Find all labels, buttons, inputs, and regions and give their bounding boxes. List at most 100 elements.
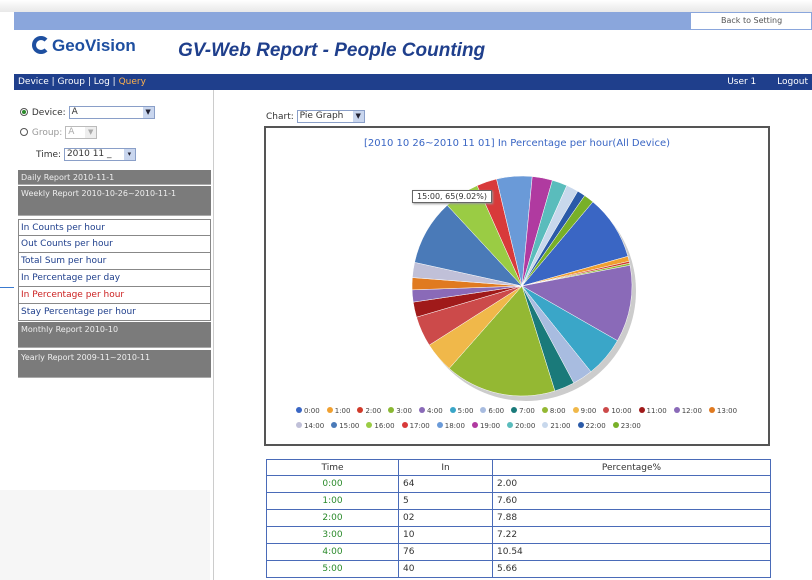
- calendar-icon[interactable]: ▾: [123, 149, 135, 160]
- chevron-down-icon: ▼: [85, 127, 97, 138]
- legend-dot: [401, 422, 408, 428]
- user-name: User 1: [727, 77, 757, 87]
- legend-dot: [471, 422, 478, 428]
- weekly-report-header[interactable]: Weekly Report 2010-10-26~2010-11-1: [18, 186, 211, 216]
- logout-link[interactable]: Logout: [777, 77, 808, 87]
- time-filter: Time: 2010 11 _ ▾: [36, 148, 136, 161]
- yearly-report-header[interactable]: Yearly Report 2009-11~2010-11: [18, 350, 211, 378]
- back-to-setting-button[interactable]: Back to Setting: [690, 12, 812, 30]
- legend-label: 5:00: [457, 407, 474, 415]
- percentage-cell: 7.60: [492, 492, 771, 510]
- legend-item: 17:00: [401, 419, 430, 434]
- legend-label: 4:00: [426, 407, 443, 415]
- nav-query[interactable]: Query: [119, 77, 146, 87]
- legend-label: 23:00: [620, 422, 641, 430]
- time-select[interactable]: 2010 11 _ ▾: [63, 148, 136, 161]
- geovision-logo: GeoVision: [32, 36, 136, 56]
- legend-label: 19:00: [479, 422, 501, 430]
- legend-dot: [436, 422, 443, 428]
- daily-report-header[interactable]: Daily Report 2010-11-1: [18, 170, 211, 185]
- legend-item: 11:00: [638, 404, 667, 419]
- chart-type-select[interactable]: Pie Graph ▼: [296, 110, 365, 123]
- legend-dot: [511, 407, 518, 413]
- legend-label: 17:00: [409, 422, 430, 430]
- legend-item: 10:00: [603, 404, 632, 419]
- legend-item: 1:00: [326, 404, 351, 419]
- legend-label: 1:00: [334, 407, 351, 415]
- legend-dot: [541, 407, 548, 413]
- legend-label: 12:00: [681, 407, 702, 415]
- legend-item: 3:00: [388, 404, 412, 419]
- time-cell: 3:00: [266, 526, 399, 544]
- in-cell: 10: [398, 526, 493, 544]
- legend-item: 15:00: [331, 419, 359, 434]
- legend-item: 23:00: [612, 419, 641, 434]
- legend-dot: [357, 407, 364, 413]
- percentage-cell: 5.66: [492, 560, 771, 578]
- legend-item: 14:00: [296, 419, 324, 434]
- in-cell: 40: [398, 560, 493, 578]
- legend-label: 7:00: [519, 407, 535, 415]
- table-header-row: Time In Percentage%: [266, 459, 771, 476]
- legend-item: 8:00: [541, 404, 566, 419]
- legend-dot: [572, 407, 579, 413]
- legend-label: 13:00: [716, 407, 738, 415]
- legend-dot: [612, 422, 619, 428]
- chevron-down-icon: ▼: [142, 107, 154, 118]
- group-label: Group:: [31, 128, 63, 138]
- table-row: 3:00 10 7.22: [266, 526, 771, 544]
- legend-label: 6:00: [488, 407, 505, 415]
- table-row: 1:00 5 7.60: [266, 492, 771, 510]
- nav-log[interactable]: Log: [94, 77, 110, 87]
- menu-in-percentage-per-hour[interactable]: In Percentage per hour: [18, 287, 211, 304]
- menu-in-counts-per-hour[interactable]: In Counts per hour: [18, 219, 211, 236]
- time-cell: 1:00: [266, 492, 399, 510]
- legend-dot: [673, 407, 680, 413]
- legend-dot: [577, 422, 584, 428]
- legend-dot: [326, 407, 333, 413]
- device-radio[interactable]: [20, 108, 28, 116]
- header: GeoVision GV-Web Report - People Countin…: [14, 30, 812, 74]
- legend-label: 20:00: [515, 422, 536, 430]
- legend-item: 0:00: [296, 404, 320, 419]
- device-filter: Device: A ▼: [20, 106, 155, 119]
- percentage-cell: 10.54: [492, 543, 771, 561]
- time-cell: 5:00: [266, 560, 399, 578]
- legend-dot: [708, 407, 715, 413]
- menu-in-percentage-per-day[interactable]: In Percentage per day: [18, 270, 211, 287]
- legend-item: 7:00: [511, 404, 535, 419]
- in-cell: 5: [398, 492, 493, 510]
- table-row: 0:00 64 2.00: [266, 475, 771, 493]
- legend-dot: [542, 422, 549, 428]
- col-percentage: Percentage%: [492, 459, 771, 476]
- legend-label: 11:00: [646, 407, 667, 415]
- divider-line: [0, 287, 14, 288]
- nav-group[interactable]: Group: [58, 77, 85, 87]
- in-cell: 76: [398, 543, 493, 561]
- percentage-cell: 2.00: [492, 475, 771, 493]
- legend-item: 2:00: [357, 404, 381, 419]
- legend-label: 16:00: [374, 422, 395, 430]
- table-row: 4:00 76 10.54: [266, 543, 771, 561]
- legend-item: 4:00: [418, 404, 443, 419]
- nav-device[interactable]: Device: [18, 77, 49, 87]
- legend-item: 22:00: [577, 419, 606, 434]
- menu-total-sum-per-hour[interactable]: Total Sum per hour: [18, 253, 211, 270]
- percentage-cell: 7.88: [492, 509, 771, 527]
- legend-dot: [418, 407, 425, 413]
- logo-text: GeoVision: [52, 36, 136, 55]
- legend-label: 2:00: [365, 407, 382, 415]
- col-in: In: [398, 459, 493, 476]
- in-cell: 64: [398, 475, 493, 493]
- monthly-report-header[interactable]: Monthly Report 2010-10: [18, 322, 211, 348]
- menu-stay-percentage-per-hour[interactable]: Stay Percentage per hour: [18, 304, 211, 321]
- menu-out-counts-per-hour[interactable]: Out Counts per hour: [18, 236, 211, 253]
- time-cell: 2:00: [266, 509, 399, 527]
- legend-dot: [331, 422, 338, 428]
- in-cell: 02: [398, 509, 493, 527]
- legend-label: 8:00: [549, 407, 566, 415]
- legend-dot: [638, 407, 645, 413]
- legend-item: 21:00: [542, 419, 571, 434]
- group-radio[interactable]: [20, 128, 28, 136]
- device-select[interactable]: A ▼: [68, 106, 155, 119]
